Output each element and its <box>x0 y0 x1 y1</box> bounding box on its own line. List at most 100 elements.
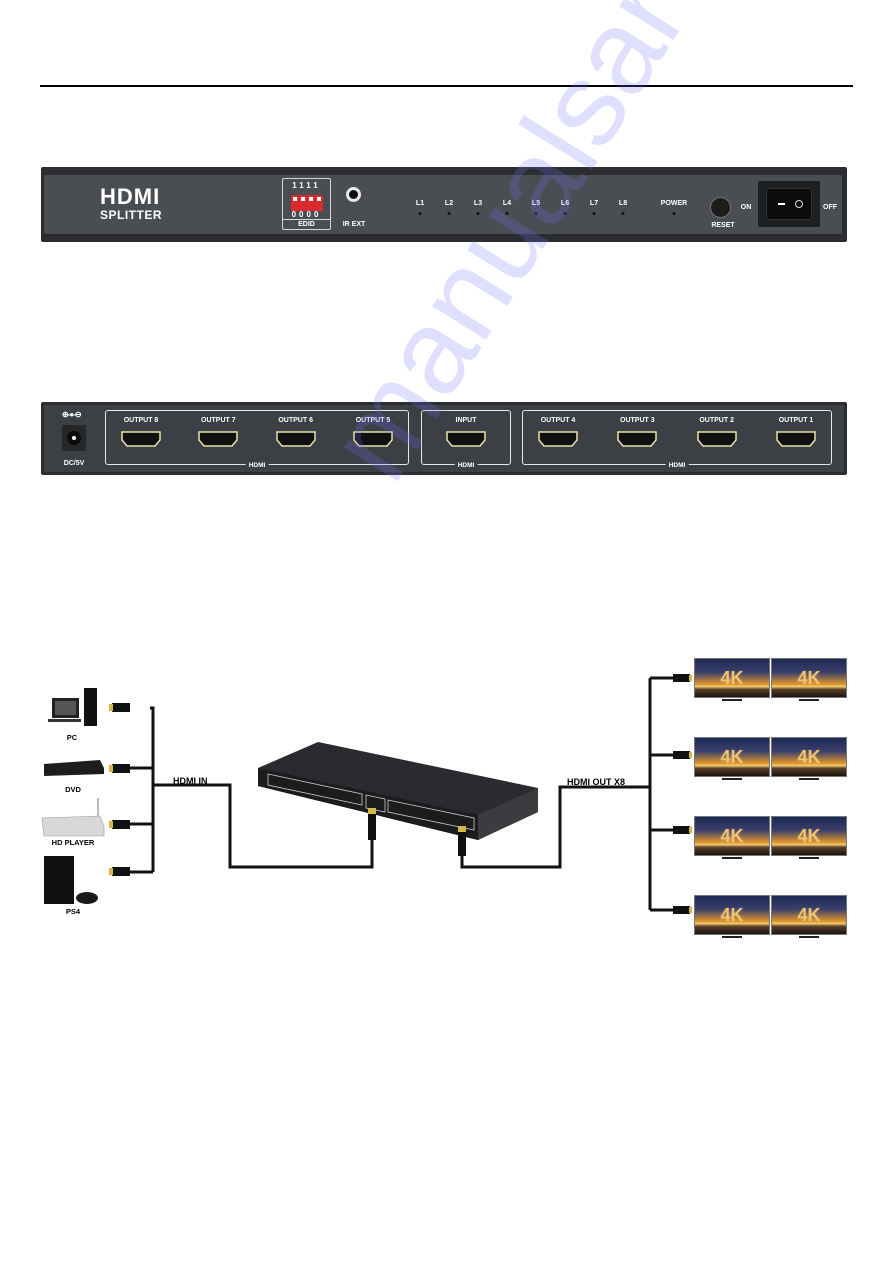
ir-ext-label: IR EXT <box>342 221 366 228</box>
port-label: OUTPUT 1 <box>778 417 814 424</box>
hdmi-plug-icon <box>112 764 130 773</box>
hdmi-plug-icon <box>112 703 130 712</box>
dc-power-jack-icon <box>67 431 81 445</box>
switch-on-label: ON <box>740 204 752 211</box>
display-badge: 4K <box>797 826 821 846</box>
switch-off-mark-icon <box>795 200 803 208</box>
led-indicator-icon <box>476 212 480 215</box>
ps4-icon <box>44 856 98 904</box>
dc-5v-label: DC/5V <box>63 460 85 467</box>
led-label: L1 <box>415 200 425 207</box>
led-indicator-icon <box>447 212 451 215</box>
brand-logo: HDMI SPLITTER <box>100 184 163 222</box>
edid-divider <box>283 219 330 220</box>
4k-display-icon: 4K <box>694 658 770 702</box>
led-label: L3 <box>473 200 483 207</box>
edid-dip-switch: 1111 0000 EDID <box>282 178 331 230</box>
led-indicator-icon <box>505 212 509 215</box>
hdmi-port-icon <box>198 431 239 447</box>
port-label: OUTPUT 4 <box>540 417 576 424</box>
led-label: L4 <box>502 200 512 207</box>
group-caption: HDMI <box>245 462 269 469</box>
front-panel-face: HDMI SPLITTER 1111 0000 EDID IR EXT L1 L2… <box>44 175 842 234</box>
hdmi-port-icon <box>275 431 316 447</box>
display-badge: 4K <box>720 747 744 767</box>
hdmi-plug-icon <box>673 906 690 914</box>
display-badge: 4K <box>720 668 744 688</box>
4k-display-icon: 4K <box>694 895 770 939</box>
hd-player-icon <box>41 798 105 837</box>
reset-button-icon <box>711 198 730 217</box>
4k-display-icon: 4K <box>694 737 770 781</box>
display-cables <box>648 676 675 912</box>
hdmi-port: OUTPUT 6 <box>273 417 319 447</box>
source-cables <box>128 706 155 874</box>
group-caption: HDMI <box>665 462 689 469</box>
group-caption: HDMI <box>454 462 478 469</box>
brand-line-2: SPLITTER <box>100 208 163 222</box>
4k-display-icon: 4K <box>771 658 847 702</box>
edid-label: EDID <box>298 221 315 228</box>
hdmi-port-icon <box>538 431 578 447</box>
display-badge: 4K <box>720 905 744 925</box>
hdmi-port: OUTPUT 7 <box>195 417 241 447</box>
display-badge: 4K <box>720 826 744 846</box>
hdmi-plug-icon <box>673 751 690 759</box>
led-label: L6 <box>560 200 570 207</box>
hdmi-port-icon <box>696 431 737 447</box>
led-indicator-icon <box>534 212 538 215</box>
4k-display-icon: 4K <box>694 816 770 860</box>
hdmi-plug-icon <box>112 820 130 829</box>
hdmi-out-label: HDMI OUT X8 <box>567 777 626 787</box>
splitter-device-icon <box>258 742 538 856</box>
hdmi-port-icon <box>121 431 161 447</box>
hdmi-port: OUTPUT 8 <box>118 417 164 447</box>
led-indicator-icon <box>418 212 422 215</box>
switch-off-label: OFF <box>823 204 837 211</box>
hdmi-port: OUTPUT 1 <box>773 417 819 447</box>
source-label-pc: PC <box>66 733 78 742</box>
dc-jack-housing <box>62 425 86 451</box>
hdmi-port: INPUT <box>443 417 489 447</box>
display-badge: 4K <box>797 668 821 688</box>
hdmi-port: OUTPUT 5 <box>350 417 396 447</box>
power-label: POWER <box>660 200 688 207</box>
power-led-icon <box>672 212 676 215</box>
4k-display-icon: 4K <box>771 895 847 939</box>
pc-icon <box>48 688 97 726</box>
dip-switch-icon <box>291 195 323 211</box>
port-label: OUTPUT 3 <box>620 417 655 424</box>
ir-jack-icon <box>346 187 361 202</box>
source-label-hd-player: HD PLAYER <box>51 838 95 847</box>
edid-top-digits: 1111 <box>292 181 321 190</box>
hdmi-port-icon <box>353 431 393 447</box>
led-indicator-icon <box>563 212 567 215</box>
led-label: L7 <box>589 200 599 207</box>
led-label: L2 <box>444 200 454 207</box>
input-group: INPUT HDMI <box>421 410 511 469</box>
switch-on-mark-icon <box>778 203 785 205</box>
port-label: OUTPUT 8 <box>123 417 159 424</box>
hdmi-plug-icon <box>673 674 690 682</box>
hdmi-port: OUTPUT 4 <box>535 417 581 447</box>
polarity-symbol: ⊕-●-⊖ <box>62 410 82 419</box>
port-label: INPUT <box>455 417 477 424</box>
port-label: OUTPUT 5 <box>355 417 391 424</box>
brand-line-1: HDMI <box>100 184 161 209</box>
4k-display-icon: 4K <box>771 816 847 860</box>
source-label-dvd: DVD <box>65 785 81 794</box>
header-rule <box>40 85 853 87</box>
hdmi-in-label: HDMI IN <box>173 776 208 786</box>
led-indicator-icon <box>621 212 625 215</box>
led-label: L8 <box>618 200 628 207</box>
led-indicator-icon <box>592 212 596 215</box>
display-badge: 4K <box>797 747 821 767</box>
edid-bottom-digits: 0000 <box>291 210 322 219</box>
display-badge: 4K <box>797 905 821 925</box>
rear-panel-illustration: ⊕-●-⊖ DC/5V OUTPUT 8 OUTPUT 7 OUTPUT 6 OUTP… <box>41 402 847 475</box>
port-label: OUTPUT 6 <box>278 417 313 424</box>
hdmi-port-icon <box>776 431 816 447</box>
hdmi-plug-icon <box>112 867 130 876</box>
rear-panel-face: ⊕-●-⊖ DC/5V OUTPUT 8 OUTPUT 7 OUTPUT 6 OUTP… <box>44 405 844 472</box>
hdmi-port-icon <box>617 431 658 447</box>
